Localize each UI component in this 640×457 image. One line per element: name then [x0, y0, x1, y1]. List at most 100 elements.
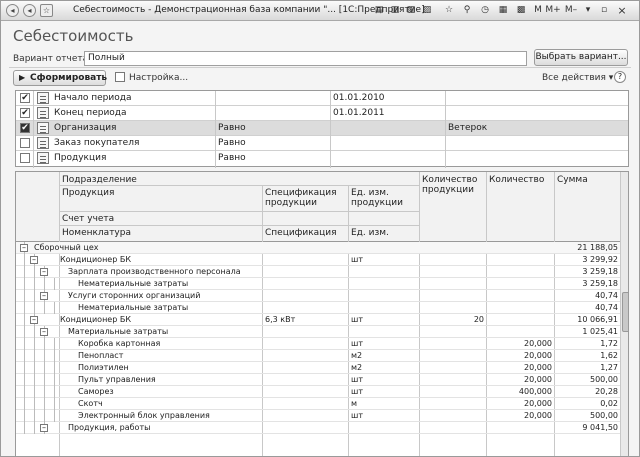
memory-sub-button[interactable]: M–: [562, 4, 580, 17]
col-spec: Спецификация продукции: [265, 188, 337, 208]
help-icon[interactable]: ?: [614, 71, 626, 83]
filter-icon: [37, 137, 49, 149]
settings-link[interactable]: Настройка...: [129, 73, 188, 83]
restore-icon[interactable]: ▫: [597, 4, 611, 17]
filter-row[interactable]: ✔ Конец периода 01.01.2011: [16, 106, 628, 121]
table-row[interactable]: Нематериальные затраты 40,74: [16, 302, 620, 314]
history-icon[interactable]: ◷: [478, 4, 492, 17]
filter-checkbox[interactable]: [20, 153, 30, 163]
table-row[interactable]: – Зарплата производственного персонала 3 2…: [16, 266, 620, 278]
calc-icon[interactable]: ▦: [496, 4, 510, 17]
row-unit: шт: [351, 255, 363, 264]
all-actions-menu[interactable]: Все действия ▾: [542, 73, 613, 83]
report-rows: – Сборочный цех 21 188,05– Кондиционер БК шт…: [16, 242, 620, 456]
row-unit: шт: [351, 375, 363, 384]
col-account: Счет учета: [62, 214, 115, 224]
calendar-icon[interactable]: ▩: [514, 4, 528, 17]
table-row[interactable]: Скотч м 20,000 0,02: [16, 398, 620, 410]
table-row[interactable]: Пенопласт м2 20,000 1,62: [16, 350, 620, 362]
filter-value[interactable]: 01.01.2011: [333, 108, 385, 118]
table-row[interactable]: Коробка картонная шт 20,000 1,72: [16, 338, 620, 350]
close-button[interactable]: ×: [615, 4, 629, 17]
save-icon[interactable]: ▤: [372, 4, 386, 17]
memory-button[interactable]: M: [532, 4, 544, 17]
filter-row[interactable]: Заказ покупателя Равно: [16, 136, 628, 151]
play-icon: ▶: [19, 73, 26, 82]
filter-checkbox[interactable]: ✔: [20, 108, 30, 118]
generate-label: Сформировать: [30, 73, 108, 83]
filter-name: Организация: [54, 123, 117, 133]
filter-checkbox[interactable]: [20, 138, 30, 148]
app-icon[interactable]: ◂: [6, 4, 19, 17]
generate-button[interactable]: ▶ Сформировать: [13, 70, 108, 86]
row-unit: м2: [351, 351, 363, 360]
filter-condition: Равно: [218, 123, 246, 133]
filter-checkbox[interactable]: ✔: [20, 123, 30, 133]
filter-table: ✔ Начало периода 01.01.2010 ✔ Конец пери…: [15, 90, 629, 168]
filter-row[interactable]: ✔ Организация Равно Ветерок: [16, 121, 628, 136]
row-sum: 10 066,91: [577, 315, 618, 324]
scrollbar[interactable]: [620, 172, 628, 456]
back-icon[interactable]: ◂: [23, 4, 36, 17]
link-icon[interactable]: ⚲: [460, 4, 474, 17]
table-row[interactable]: – Услуги сторонних организаций 40,74: [16, 290, 620, 302]
table-row[interactable]: Нематериальные затраты 3 259,18: [16, 278, 620, 290]
collapse-toggle-icon[interactable]: –: [40, 328, 48, 336]
collapse-toggle-icon[interactable]: –: [20, 244, 28, 252]
row-sum: 1,72: [600, 339, 618, 348]
row-name: Нематериальные затраты: [78, 303, 189, 312]
filter-icon: [37, 92, 49, 104]
row-qty: 20,000: [524, 339, 552, 348]
table-row[interactable]: – Кондиционер БК шт 3 299,92: [16, 254, 620, 266]
row-sum: 40,74: [595, 303, 618, 312]
row-sum: 500,00: [590, 375, 618, 384]
table-row[interactable]: – Продукция, работы 9 041,50: [16, 422, 620, 434]
collapse-toggle-icon[interactable]: –: [30, 316, 38, 324]
divider: [9, 67, 631, 68]
table-row[interactable]: Пульт управления шт 20,000 500,00: [16, 374, 620, 386]
row-qty: 20,000: [524, 411, 552, 420]
table-row[interactable]: Электронный блок управления шт 20,000 500,0…: [16, 410, 620, 422]
filter-name: Заказ покупателя: [54, 138, 140, 148]
filter-checkbox[interactable]: ✔: [20, 93, 30, 103]
filter-row[interactable]: Продукция Равно: [16, 151, 628, 166]
preview-icon[interactable]: ▧: [404, 4, 418, 17]
settings-icon[interactable]: [115, 72, 125, 82]
report-spreadsheet[interactable]: Подразделение Продукция Спецификация про…: [15, 171, 629, 456]
collapse-toggle-icon[interactable]: –: [30, 256, 38, 264]
table-row[interactable]: – Материальные затраты 1 025,41: [16, 326, 620, 338]
row-name: Сборочный цех: [34, 243, 99, 252]
scroll-thumb[interactable]: [622, 292, 628, 332]
row-qty: 400,000: [518, 387, 552, 396]
filter-condition: Равно: [218, 138, 246, 148]
row-name: Саморез: [78, 387, 114, 396]
memory-add-button[interactable]: M+: [544, 4, 562, 17]
variant-field[interactable]: Полный: [84, 51, 527, 66]
collapse-toggle-icon[interactable]: –: [40, 292, 48, 300]
minimize-icon[interactable]: ▾: [581, 4, 595, 17]
report-window: ◂ ◂ ☆ Себестоимость - Демонстрационная б…: [0, 0, 640, 457]
col-qty: Количество: [489, 175, 545, 185]
collapse-toggle-icon[interactable]: –: [40, 268, 48, 276]
filter-value[interactable]: 01.01.2010: [333, 93, 385, 103]
edit-icon[interactable]: ▨: [420, 4, 434, 17]
row-name: Зарплата производственного персонала: [68, 267, 241, 276]
filter-icon: [37, 107, 49, 119]
table-row[interactable]: Полиэтилен м2 20,000 1,27: [16, 362, 620, 374]
filter-icon: [37, 152, 49, 164]
print-icon[interactable]: ▥: [388, 4, 402, 17]
collapse-toggle-icon[interactable]: –: [40, 424, 48, 432]
table-row[interactable]: Саморез шт 400,000 20,28: [16, 386, 620, 398]
choose-variant-button[interactable]: Выбрать вариант...: [534, 49, 628, 66]
col-unit: Ед. изм. продукции: [351, 188, 403, 208]
star-icon[interactable]: ☆: [40, 4, 53, 17]
favorite-icon[interactable]: ☆: [442, 4, 456, 17]
row-sum: 1,62: [600, 351, 618, 360]
filter-row[interactable]: ✔ Начало периода 01.01.2010: [16, 91, 628, 106]
col-product: Продукция: [62, 188, 115, 198]
row-name: Коробка картонная: [78, 339, 161, 348]
table-row[interactable]: – Сборочный цех 21 188,05: [16, 242, 620, 254]
row-sum: 3 259,18: [582, 279, 618, 288]
table-row[interactable]: – Кондиционер БК 6,3 кВт шт 20 10 066,91: [16, 314, 620, 326]
filter-value[interactable]: Ветерок: [448, 123, 487, 133]
